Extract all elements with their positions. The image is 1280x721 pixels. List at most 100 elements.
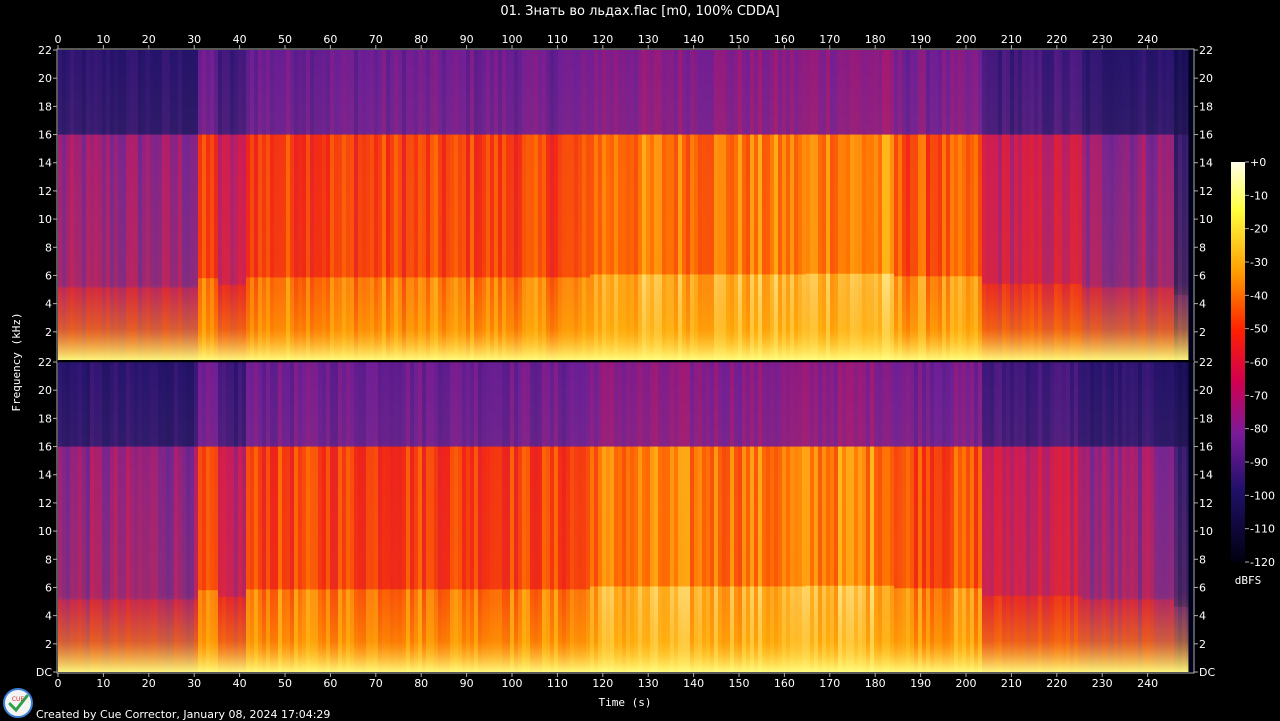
colorbar-tick-label: -50	[1250, 323, 1268, 336]
x-tick-label: 10	[96, 677, 110, 690]
y-tick-label: 4	[45, 610, 52, 623]
x-tick-label: 130	[638, 33, 659, 46]
x-tick-label: 140	[683, 677, 704, 690]
y-tick-label: 8	[1199, 553, 1206, 566]
colorbar-tick-label: -40	[1250, 289, 1268, 302]
x-tick-label: 190	[910, 677, 931, 690]
y-tick-label: 16	[38, 129, 52, 142]
colorbar-tick-label: -80	[1250, 423, 1268, 436]
y-tick-label: 14	[38, 157, 52, 170]
x-tick-label: 50	[278, 677, 292, 690]
x-tick-label: 190	[910, 33, 931, 46]
x-tick-label: 180	[865, 677, 886, 690]
y-tick-label: 14	[1199, 469, 1213, 482]
y-tick-label: 20	[38, 72, 52, 85]
x-tick-label: 120	[592, 677, 613, 690]
x-tick-label: 30	[187, 677, 201, 690]
x-tick-label: 0	[55, 677, 62, 690]
y-tick-label: 4	[1199, 298, 1206, 311]
low-freq-glow	[58, 362, 1193, 672]
y-tick-label: 2	[45, 638, 52, 651]
colorbar-tick-label: -20	[1250, 223, 1268, 236]
x-tick-label: 210	[1001, 33, 1022, 46]
y-tick-label: 18	[38, 100, 52, 113]
y-tick-label: 6	[1199, 581, 1206, 594]
y-tick-label: 12	[38, 185, 52, 198]
y-tick-label: 12	[1199, 497, 1213, 510]
y-tick-label: 22	[38, 44, 52, 57]
channel-2-spectrogram	[58, 362, 1193, 672]
y-tick-label: 8	[1199, 241, 1206, 254]
x-tick-label: 240	[1137, 33, 1158, 46]
x-tick-label: 70	[369, 677, 383, 690]
y-tick-label: 6	[1199, 269, 1206, 282]
y-tick-label: 12	[1199, 185, 1213, 198]
low-freq-glow	[58, 50, 1193, 360]
y-tick-label: 20	[1199, 384, 1213, 397]
x-tick-label: 110	[547, 33, 568, 46]
colorbar-label: dBFS	[1235, 574, 1262, 587]
colorbar-tick-label: -90	[1250, 456, 1268, 469]
x-tick-label: 220	[1046, 33, 1067, 46]
x-tick-label: 70	[369, 33, 383, 46]
x-tick-label: 150	[729, 677, 750, 690]
x-tick-label: 200	[956, 33, 977, 46]
x-tick-label: 90	[460, 33, 474, 46]
x-tick-label: 180	[865, 33, 886, 46]
x-tick-label: 220	[1046, 677, 1067, 690]
y-tick-label: 18	[1199, 412, 1213, 425]
x-tick-label: 80	[414, 677, 428, 690]
colorbar-ticks: +0 -10 -20 -30 -40 -50 -60 -70 -80 -90 -100 -110 -12…	[1245, 156, 1275, 569]
y-tick-label: 20	[1199, 72, 1213, 85]
y-tick-label: 16	[1199, 441, 1213, 454]
x-tick-label: 230	[1092, 677, 1113, 690]
x-tick-label: 100	[502, 33, 523, 46]
x-tick-label: 170	[819, 33, 840, 46]
colorbar-tick-label: +0	[1250, 156, 1266, 169]
channel-1-spectrogram	[58, 50, 1193, 360]
x-tick-label: 110	[547, 677, 568, 690]
x-tick-label: 30	[187, 33, 201, 46]
y-tick-label: 8	[45, 553, 52, 566]
y-tick-label: 10	[1199, 525, 1213, 538]
y-tick-label: 20	[38, 384, 52, 397]
x-tick-label: 120	[592, 33, 613, 46]
x-tick-label: 150	[729, 33, 750, 46]
y-tick-label: 18	[1199, 100, 1213, 113]
colorbar-tick-label: -70	[1250, 389, 1268, 402]
colorbar-tick-label: -30	[1250, 256, 1268, 269]
y-tick-label: DC	[1199, 666, 1215, 679]
y-tick-label: 4	[1199, 610, 1206, 623]
x-tick-label: 90	[460, 677, 474, 690]
cue-corrector-logo-icon: CUE	[3, 688, 33, 718]
colorbar-tick-label: -110	[1250, 523, 1275, 536]
x-tick-label: 160	[774, 677, 795, 690]
y-tick-label: 18	[38, 412, 52, 425]
y-tick-label: 6	[45, 269, 52, 282]
y-axis-label: Frequency (kHz)	[10, 312, 23, 411]
colorbar: +0 -10 -20 -30 -40 -50 -60 -70 -80 -90 -100 -110 -12…	[1231, 156, 1275, 587]
y-tick-label: 22	[1199, 356, 1213, 369]
colorbar-tick-label: -120	[1250, 556, 1275, 569]
y-tick-label: 22	[38, 356, 52, 369]
x-tick-label: 160	[774, 33, 795, 46]
x-tick-label: 20	[142, 33, 156, 46]
colorbar-gradient	[1231, 162, 1245, 562]
y-tick-label: 4	[45, 298, 52, 311]
x-tick-label: 40	[233, 33, 247, 46]
colorbar-tick-label: -60	[1250, 356, 1268, 369]
x-tick-label: 60	[323, 33, 337, 46]
y-tick-label: 6	[45, 581, 52, 594]
x-axis-label: Time (s)	[599, 696, 652, 709]
y-tick-label: 16	[1199, 129, 1213, 142]
x-tick-label: 170	[819, 677, 840, 690]
x-tick-label: 10	[96, 33, 110, 46]
y-tick-label: 2	[1199, 638, 1206, 651]
y-tick-label: 2	[1199, 326, 1206, 339]
y-tick-label: 12	[38, 497, 52, 510]
x-tick-label: 20	[142, 677, 156, 690]
x-tick-label: 100	[502, 677, 523, 690]
y-tick-label: 10	[38, 213, 52, 226]
after-end-region	[1188, 50, 1193, 360]
x-tick-label: 0	[55, 33, 62, 46]
